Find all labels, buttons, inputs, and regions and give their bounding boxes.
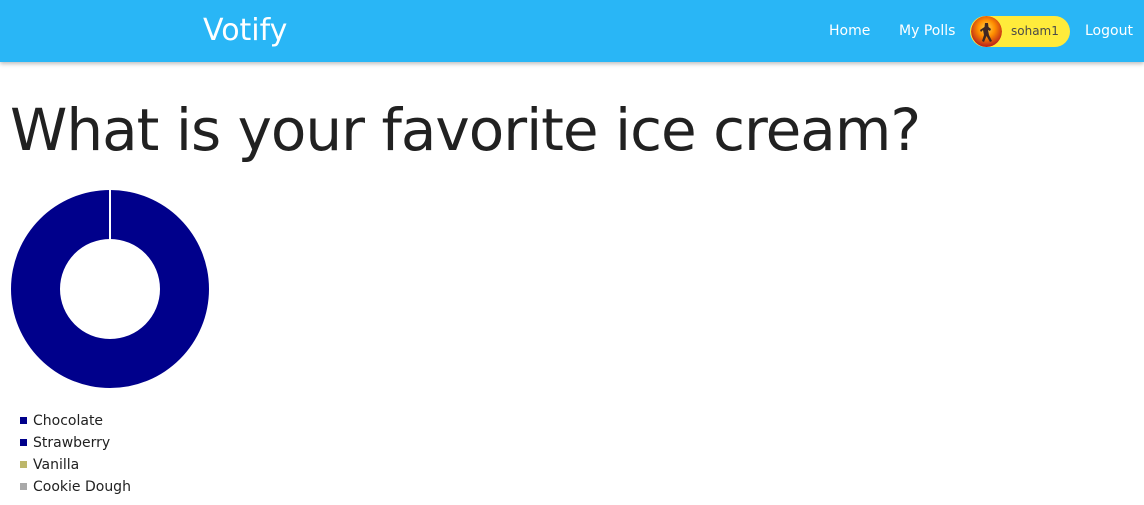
navbar: Votify Home My Polls soham1 Logout — [0, 0, 1144, 62]
legend-label: Vanilla — [33, 457, 80, 473]
chart-legend: Chocolate Strawberry Vanilla Cookie Dough — [20, 410, 131, 498]
legend-label: Chocolate — [33, 413, 104, 429]
username-label: soham1 — [1011, 24, 1059, 38]
legend-item[interactable]: Vanilla — [20, 454, 131, 476]
legend-swatch — [20, 417, 27, 424]
legend-item[interactable]: Strawberry — [20, 432, 131, 454]
legend-item[interactable]: Chocolate — [20, 410, 131, 432]
legend-label: Strawberry — [33, 435, 111, 451]
user-avatar-icon — [971, 16, 1002, 47]
user-chip[interactable]: soham1 — [970, 16, 1070, 47]
legend-swatch — [20, 439, 27, 446]
logout-link[interactable]: Logout — [1085, 20, 1133, 42]
legend-label: Cookie Dough — [33, 479, 131, 495]
legend-item[interactable]: Cookie Dough — [20, 476, 131, 498]
legend-swatch — [20, 483, 27, 490]
nav-home-link[interactable]: Home — [829, 20, 870, 42]
nav-my-polls-link[interactable]: My Polls — [899, 20, 955, 42]
legend-swatch — [20, 461, 27, 468]
brand-logo-link[interactable]: Votify — [203, 11, 287, 51]
poll-doughnut-chart — [11, 189, 209, 388]
poll-question-title: What is your favorite ice cream? — [10, 96, 921, 164]
